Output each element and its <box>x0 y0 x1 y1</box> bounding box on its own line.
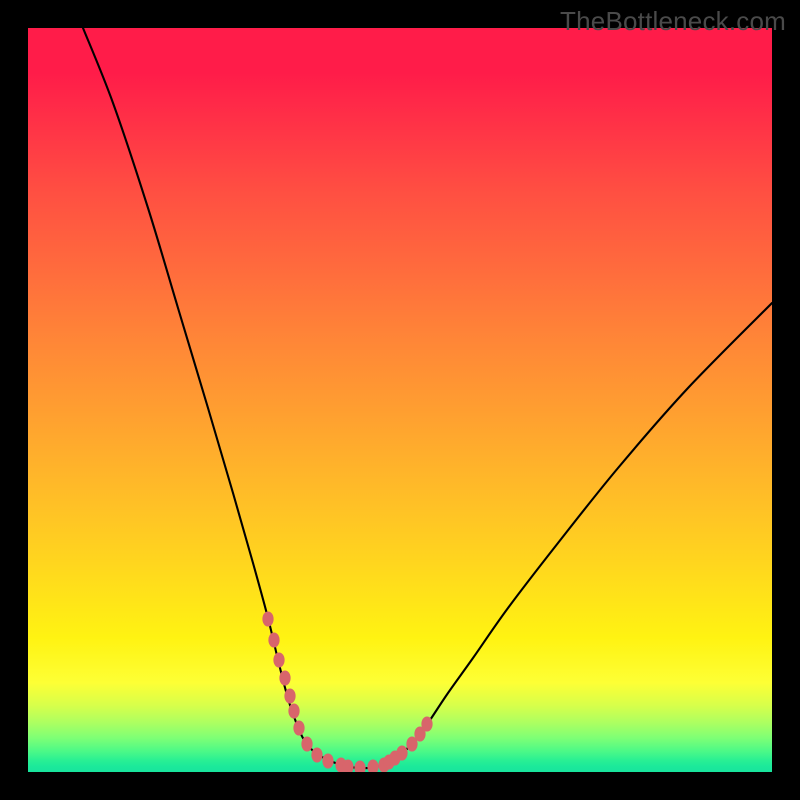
bumps-layer <box>28 28 772 772</box>
bump-dot <box>354 760 365 772</box>
bumps-right <box>383 716 432 769</box>
bumps-left <box>262 611 346 772</box>
bump-dot <box>396 745 407 760</box>
chart-frame: TheBottleneck.com <box>0 0 800 800</box>
watermark-text: TheBottleneck.com <box>560 6 786 37</box>
bump-dot <box>268 632 279 647</box>
bump-dot <box>311 747 322 762</box>
bump-dot <box>284 688 295 703</box>
bump-dot <box>367 759 378 772</box>
bump-dot <box>273 652 284 667</box>
bump-dot <box>301 736 312 751</box>
bump-dot <box>293 720 304 735</box>
bump-dot <box>279 670 290 685</box>
plot-area <box>28 28 772 772</box>
bump-dot <box>322 753 333 768</box>
bumps-plateau <box>342 757 389 772</box>
bump-dot <box>262 611 273 626</box>
bump-dot <box>288 703 299 718</box>
bump-dot <box>421 716 432 731</box>
